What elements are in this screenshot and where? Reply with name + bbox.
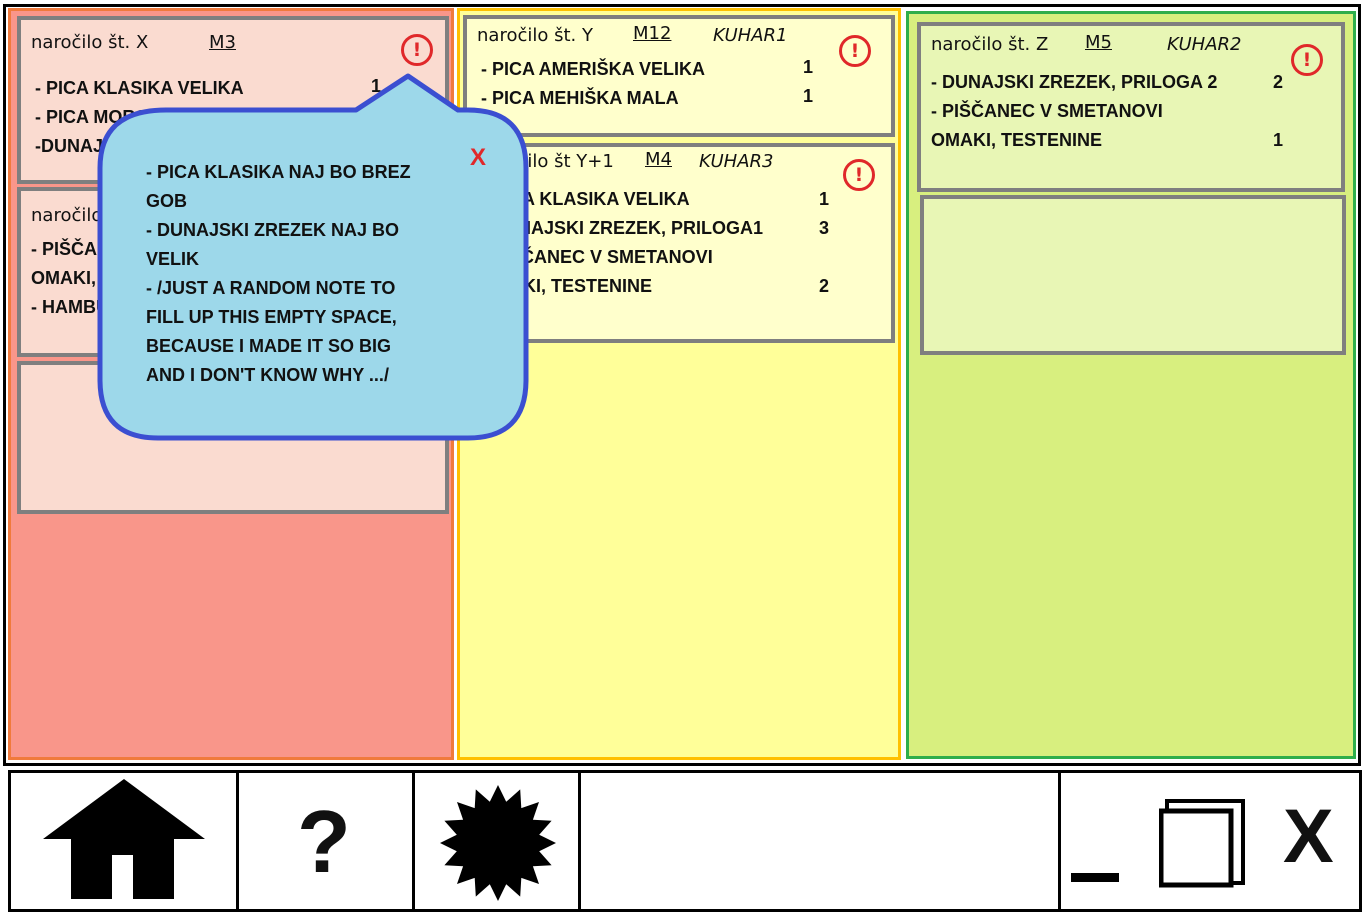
item-quantity: 2 xyxy=(1273,72,1284,92)
note-popup: X - PICA KLASIKA NAJ BO BREZ GOB - DUNAJ… xyxy=(97,73,530,441)
close-button[interactable]: X xyxy=(1283,793,1334,880)
table-number[interactable]: M4 xyxy=(645,149,672,170)
close-note-button[interactable]: X xyxy=(470,144,486,172)
window-controls: X xyxy=(1061,773,1362,909)
order-item: - DUNAJSKI ZREZEK, PRILOGA 2 xyxy=(931,72,1218,92)
note-line: - PICA KLASIKA NAJ BO BREZ xyxy=(146,162,411,182)
empty-order-slot[interactable] xyxy=(920,195,1346,355)
window-icon xyxy=(1158,799,1245,888)
order-title: naročilo št. Y xyxy=(477,25,593,46)
item-quantity: 1 xyxy=(803,57,814,77)
item-quantity: 1 xyxy=(819,189,830,209)
alert-icon[interactable]: ! xyxy=(839,35,871,67)
alert-icon[interactable]: ! xyxy=(1291,44,1323,76)
toolbar-empty-area xyxy=(581,773,1061,909)
item-quantity: 2 xyxy=(819,276,830,296)
table-number[interactable]: M12 xyxy=(633,23,671,44)
item-quantity: 1 xyxy=(803,86,814,106)
note-line: AND I DON'T KNOW WHY .../ xyxy=(146,365,389,385)
note-line: BECAUSE I MADE IT SO BIG xyxy=(146,336,392,356)
table-number[interactable]: M5 xyxy=(1085,32,1112,53)
item-quantity: 3 xyxy=(819,218,830,238)
note-line: - DUNAJSKI ZREZEK NAJ BO xyxy=(146,220,400,240)
order-item: OMAKI, TESTENINE xyxy=(931,130,1103,150)
home-button[interactable] xyxy=(11,773,239,909)
table-number[interactable]: M3 xyxy=(209,32,236,53)
help-button[interactable]: ? xyxy=(239,773,415,909)
note-line: GOB xyxy=(146,191,188,211)
cook-name: KUHAR3 xyxy=(699,151,774,172)
item-quantity: 1 xyxy=(1273,130,1284,150)
order-title: naročilo št. Z xyxy=(931,34,1049,55)
order-title: naročilo št. X xyxy=(31,32,149,53)
settings-button[interactable] xyxy=(415,773,581,909)
help-icon: ? xyxy=(297,792,351,891)
note-line: FILL UP THIS EMPTY SPACE, xyxy=(146,307,397,327)
gear-icon xyxy=(440,785,556,901)
note-line: - /JUST A RANDOM NOTE TO xyxy=(146,278,396,298)
column-done: naročilo št. Z M5 KUHAR2 ! - DUNAJSKI ZR… xyxy=(906,11,1356,759)
home-icon xyxy=(43,779,205,899)
cook-name: KUHAR1 xyxy=(713,25,788,46)
order-item: - PIŠČANEC V SMETANOVI xyxy=(931,101,1163,121)
cook-name: KUHAR2 xyxy=(1167,34,1242,55)
minimize-button[interactable] xyxy=(1071,873,1119,882)
alert-icon[interactable]: ! xyxy=(843,159,875,191)
maximize-button[interactable] xyxy=(1158,797,1249,889)
bottom-toolbar: ? X xyxy=(8,770,1362,912)
order-card-z[interactable]: naročilo št. Z M5 KUHAR2 ! - DUNAJSKI ZR… xyxy=(917,22,1345,192)
note-line: VELIK xyxy=(146,249,200,269)
note-text: - PICA KLASIKA NAJ BO BREZ GOB - DUNAJSK… xyxy=(146,158,466,390)
